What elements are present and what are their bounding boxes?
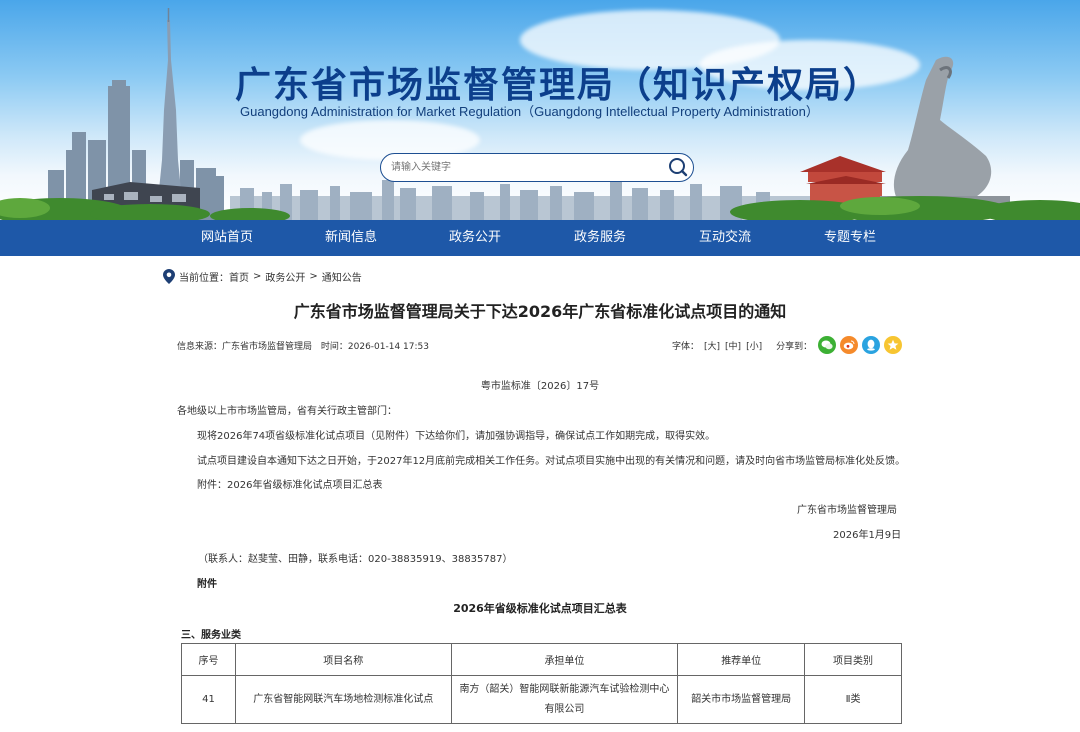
- search-icon: [669, 158, 688, 177]
- column-header-category: 项目类别: [804, 643, 902, 676]
- section-label: 三、服务业类: [181, 630, 241, 641]
- signature: 广东省市场监督管理局: [797, 505, 897, 516]
- attachment-line: 附件：2026年省级标准化试点项目汇总表: [197, 480, 383, 491]
- table-header-row: 序号 项目名称 承担单位 推荐单位 项目类别: [181, 643, 902, 676]
- cell-category: Ⅱ类: [804, 675, 902, 724]
- search-bar: [380, 153, 694, 182]
- site-title-en: Guangdong Administration for Market Regu…: [240, 104, 819, 119]
- wechat-icon: [821, 340, 833, 350]
- breadcrumb-home-link[interactable]: 首页: [229, 269, 249, 284]
- signature-date: 2026年1月9日: [833, 530, 902, 541]
- breadcrumb: 当前位置： 首页 > 政务公开 > 通知公告: [163, 268, 362, 284]
- paragraph: 现将2026年74项省级标准化试点项目（见附件）下达给你们，请加强协调指导，确保…: [197, 431, 716, 442]
- table-row: 41 广东省智能网联汽车场地检测标准化试点 南方（韶关）智能网联新能源汽车试验检…: [181, 675, 902, 724]
- qzone-icon: [887, 339, 899, 350]
- project-summary-table: 序号 项目名称 承担单位 推荐单位 项目类别 41 广东省智能网联汽车场地检测标…: [181, 643, 902, 724]
- header-banner: 广东省市场监督管理局（知识产权局） Guangdong Administrati…: [0, 0, 1080, 220]
- breadcrumb-separator: >: [309, 270, 318, 282]
- font-size-label: 字体：: [672, 341, 700, 352]
- font-size-medium-button[interactable]: [中]: [725, 339, 741, 352]
- nav-item-news[interactable]: 新闻信息: [301, 220, 401, 256]
- article-time: 时间：2026-01-14 17:53: [320, 342, 429, 352]
- summary-table-title: 2026年省级标准化试点项目汇总表: [453, 602, 627, 615]
- cell-undertaking-unit: 南方（韶关）智能网联新能源汽车试验检测中心有限公司: [450, 675, 679, 724]
- breadcrumb-notices-link[interactable]: 通知公告: [322, 269, 362, 284]
- document-number: 粤市监标准〔2026〕17号: [480, 381, 600, 392]
- search-input[interactable]: [391, 158, 661, 177]
- contact-info: （联系人：赵斐莹、田静，联系电话：020-38835919、38835787）: [198, 554, 513, 565]
- paragraph: 试点项目建设自本通知下达之日开始，于2027年12月底前完成相关工作任务。对试点…: [197, 456, 906, 467]
- addressee: 各地级以上市市场监管局，省有关行政主管部门：: [177, 406, 397, 417]
- nav-item-interaction[interactable]: 互动交流: [675, 220, 775, 256]
- share-label: 分享到：: [776, 341, 813, 352]
- column-header-index: 序号: [181, 643, 236, 676]
- breadcrumb-label: 当前位置：: [179, 272, 229, 284]
- nav-item-government-affairs[interactable]: 政务公开: [425, 220, 525, 256]
- font-size-small-button[interactable]: [小]: [746, 339, 762, 352]
- article-title: 广东省市场监督管理局关于下达2026年广东省标准化试点项目的通知: [293, 302, 787, 321]
- nav-item-special-topics[interactable]: 专题专栏: [800, 220, 900, 256]
- location-pin-icon: [163, 268, 175, 284]
- nav-item-government-services[interactable]: 政务服务: [550, 220, 650, 256]
- share-qzone-button[interactable]: [884, 336, 903, 354]
- font-size-large-button[interactable]: [大]: [704, 339, 720, 352]
- article-source: 信息来源：广东省市场监督管理局: [177, 342, 313, 352]
- breadcrumb-separator: >: [253, 270, 262, 282]
- article-meta: 信息来源：广东省市场监督管理局 时间：2026-01-14 17:53: [177, 339, 435, 352]
- qq-icon: [867, 339, 875, 351]
- column-header-project-name: 项目名称: [234, 643, 452, 676]
- share-wechat-button[interactable]: [818, 336, 837, 354]
- search-button[interactable]: [668, 157, 688, 177]
- nav-item-home[interactable]: 网站首页: [177, 220, 277, 256]
- cell-index: 41: [181, 675, 236, 724]
- column-header-recommending-unit: 推荐单位: [677, 643, 806, 676]
- cell-recommending-unit: 韶关市市场监督管理局: [677, 675, 806, 724]
- column-header-undertaking-unit: 承担单位: [450, 643, 679, 676]
- main-nav: 网站首页 新闻信息 政务公开 政务服务 互动交流 专题专栏: [0, 220, 1080, 256]
- share-weibo-button[interactable]: [840, 336, 859, 354]
- share-qq-button[interactable]: [862, 336, 881, 354]
- breadcrumb-government-affairs-link[interactable]: 政务公开: [265, 269, 305, 284]
- weibo-icon: [843, 340, 855, 350]
- attachment-label: 附件: [197, 579, 217, 590]
- cell-project-name: 广东省智能网联汽车场地检测标准化试点: [234, 675, 452, 724]
- article-tools: 字体： [大] [中] [小] 分享到：: [672, 335, 906, 355]
